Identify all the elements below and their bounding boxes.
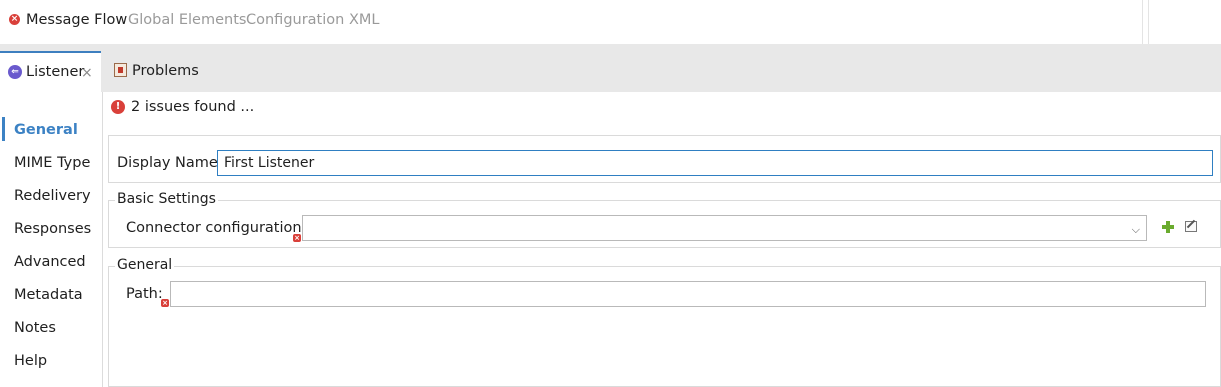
tab-problems[interactable]: Problems bbox=[132, 63, 199, 79]
problems-icon[interactable] bbox=[114, 63, 127, 77]
required-error-icon: × bbox=[161, 299, 169, 307]
sidebar-item-general[interactable]: General bbox=[14, 122, 78, 138]
required-error-icon: × bbox=[293, 234, 301, 242]
sidebar-item-redelivery[interactable]: Redelivery bbox=[14, 188, 91, 204]
sidebar-item-notes[interactable]: Notes bbox=[14, 320, 56, 336]
path-label: Path: bbox=[126, 286, 163, 302]
error-icon: ! bbox=[111, 100, 125, 114]
add-plus-icon[interactable] bbox=[1161, 220, 1175, 234]
sidebar-item-help[interactable]: Help bbox=[14, 353, 47, 369]
display-name-label: Display Name: bbox=[117, 155, 223, 171]
tab-listener-label: Listener bbox=[26, 64, 85, 80]
issues-summary[interactable]: 2 issues found ... bbox=[131, 99, 254, 115]
display-name-field[interactable] bbox=[217, 150, 1213, 176]
sidebar-item-responses[interactable]: Responses bbox=[14, 221, 91, 237]
divider bbox=[1148, 0, 1149, 44]
error-icon: × bbox=[9, 14, 20, 25]
editor-tab-strip: × Message Flow Global Elements Configura… bbox=[0, 0, 1221, 44]
sidebar-item-mime-type[interactable]: MIME Type bbox=[14, 155, 90, 171]
close-icon[interactable]: × bbox=[81, 65, 93, 81]
tab-global-elements[interactable]: Global Elements bbox=[128, 12, 246, 28]
active-tab-marker bbox=[2, 117, 5, 141]
tab-listener[interactable]: ⇐ Listener × bbox=[0, 51, 101, 92]
tab-message-flow[interactable]: Message Flow bbox=[26, 12, 127, 28]
chevron-down-icon[interactable]: ⌵ bbox=[1132, 223, 1140, 237]
connector-configuration-select[interactable]: ⌵ bbox=[302, 215, 1147, 241]
basic-settings-title: Basic Settings bbox=[115, 191, 218, 207]
general-group-title: General bbox=[115, 257, 175, 273]
sidebar-item-advanced[interactable]: Advanced bbox=[14, 254, 86, 270]
tab-configuration-xml[interactable]: Configuration XML bbox=[246, 12, 379, 28]
divider bbox=[1142, 0, 1143, 44]
listener-icon: ⇐ bbox=[8, 65, 22, 79]
path-field[interactable] bbox=[170, 281, 1206, 307]
edit-icon[interactable] bbox=[1185, 221, 1197, 232]
connector-configuration-label: Connector configuration: bbox=[126, 220, 307, 236]
sidebar-item-metadata[interactable]: Metadata bbox=[14, 287, 83, 303]
